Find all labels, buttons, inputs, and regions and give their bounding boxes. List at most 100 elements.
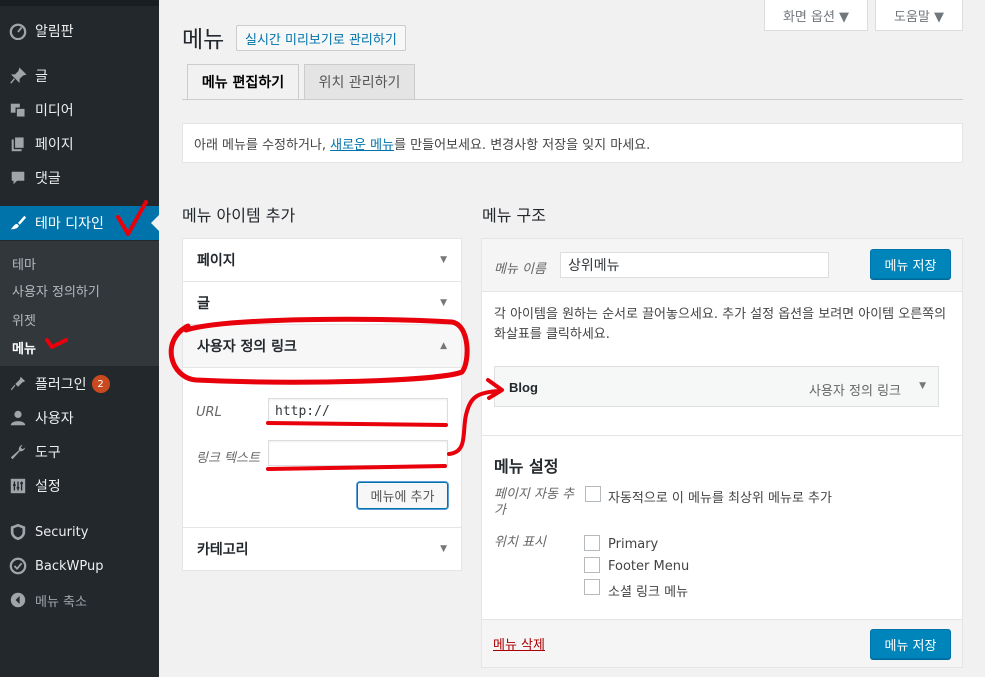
help-button[interactable]: 도움말 ▼ [875, 0, 963, 31]
appearance-submenu: 테마 사용자 정의하기 위젯 메뉴 [0, 241, 159, 366]
auto-add-checkbox[interactable] [585, 486, 601, 502]
display-location-label: 위치 표시 [494, 535, 546, 550]
collapse-menu-button[interactable]: 메뉴 축소 [0, 583, 159, 617]
add-menu-items-heading: 메뉴 아이템 추가 [182, 206, 296, 225]
submenu-item-widgets[interactable]: 위젯 [12, 310, 36, 329]
sidebar-item-plugins[interactable]: 플러그인 2 [0, 367, 159, 401]
menu-name-input[interactable]: 상위메뉴 [560, 252, 829, 278]
sidebar-item-label: 테마 디자인 [35, 216, 104, 232]
menu-header: 메뉴 이름 상위메뉴 메뉴 저장 [482, 239, 962, 292]
dashboard-icon [8, 21, 28, 41]
location-checkbox-primary[interactable] [584, 535, 600, 551]
sidebar-item-label: 댓글 [35, 171, 61, 187]
accordion-title: 카테고리 [197, 542, 249, 558]
sidebar-item-dashboard[interactable]: 알림판 [0, 14, 159, 48]
plugin-icon [8, 374, 28, 394]
accordion-section-categories[interactable]: 카테고리 ▼ [183, 527, 461, 570]
expand-arrow-icon: ▼ [440, 255, 447, 265]
sidebar-item-tools[interactable]: 도구 [0, 435, 159, 469]
url-label: URL [196, 405, 222, 420]
wrench-icon [8, 442, 28, 462]
location-label-primary: Primary [608, 537, 659, 552]
sidebar-item-security[interactable]: Security [0, 515, 159, 549]
update-count-badge: 2 [91, 375, 110, 393]
submenu-item-themes[interactable]: 테마 [12, 254, 36, 273]
auto-add-label: 페이지 자동 추가 [494, 487, 575, 518]
live-preview-button[interactable]: 실시간 미리보기로 관리하기 [236, 25, 406, 51]
link-text-label: 링크 텍스트 [196, 451, 260, 466]
location-label-social: 소셜 링크 메뉴 [608, 585, 689, 600]
accordion-section-posts[interactable]: 글 ▼ [183, 282, 461, 325]
expand-arrow-icon: ▼ [440, 544, 447, 554]
sidebar-item-label: 미디어 [35, 103, 74, 119]
sidebar-item-label: 글 [35, 69, 48, 85]
location-label-footer: Footer Menu [608, 559, 690, 574]
location-checkbox-footer[interactable] [584, 557, 600, 573]
current-menu-arrow [151, 215, 159, 231]
location-checkbox-social[interactable] [584, 579, 600, 595]
menu-name-label: 메뉴 이름 [494, 262, 546, 277]
delete-menu-link[interactable]: 메뉴 삭제 [493, 634, 545, 653]
tab-divider [182, 99, 963, 100]
collapse-arrow-icon: ▲ [440, 341, 447, 351]
accordion-title: 사용자 정의 링크 [197, 339, 297, 355]
sidebar-item-label: 페이지 [35, 137, 74, 153]
accordion-section-custom-links[interactable]: 사용자 정의 링크 ▲ [183, 325, 461, 368]
sidebar-item-label: 설정 [35, 479, 61, 495]
pin-icon [8, 66, 28, 86]
sidebar-item-media[interactable]: 미디어 [0, 93, 159, 127]
page-icon [8, 134, 28, 154]
auto-add-option-label: 자동적으로 이 메뉴를 최상위 메뉴로 추가 [608, 491, 832, 506]
notice-text-after: 를 만들어보세요. 변경사항 저장을 잊지 마세요. [394, 137, 651, 153]
submenu-item-menus[interactable]: 메뉴 [12, 338, 36, 357]
user-icon [8, 408, 28, 428]
page-title: 메뉴 [182, 27, 225, 53]
menu-item-type: 사용자 정의 링크 [809, 384, 901, 399]
sidebar-item-settings[interactable]: 설정 [0, 469, 159, 503]
comment-icon [8, 168, 28, 188]
drag-instructions: 각 아이템을 원하는 순서로 끌어놓으세요. 추가 설정 옵션을 보려면 아이템… [494, 307, 947, 342]
menu-footer: 메뉴 삭제 메뉴 저장 [482, 619, 962, 667]
save-menu-button-top[interactable]: 메뉴 저장 [870, 249, 951, 279]
menu-structure-panel: 메뉴 이름 상위메뉴 메뉴 저장 각 아이템을 원하는 순서로 끌어놓으세요. … [481, 238, 963, 668]
brush-icon [8, 213, 28, 233]
accordion-section-pages[interactable]: 페이지 ▼ [183, 239, 461, 282]
sidebar-item-pages[interactable]: 페이지 [0, 127, 159, 161]
collapse-icon [8, 590, 28, 610]
menu-item-toggle-icon[interactable]: ▼ [919, 381, 926, 391]
sidebar-top-strip [0, 0, 159, 6]
new-menu-link[interactable]: 새로운 메뉴 [330, 134, 394, 153]
info-notice: 아래 메뉴를 수정하거나, 새로운 메뉴 를 만들어보세요. 변경사항 저장을 잊… [182, 123, 963, 163]
menu-item-title: Blog [509, 380, 538, 395]
sidebar-item-label: 플러그인 [35, 377, 87, 393]
sidebar-item-users[interactable]: 사용자 [0, 401, 159, 435]
expand-arrow-icon: ▼ [440, 298, 447, 308]
save-menu-button-bottom[interactable]: 메뉴 저장 [870, 629, 951, 659]
tab-edit-menus[interactable]: 메뉴 편집하기 [187, 64, 299, 100]
sidebar-item-label: 도구 [35, 445, 61, 461]
menu-structure-heading: 메뉴 구조 [482, 206, 546, 225]
shield-icon [8, 522, 28, 542]
admin-sidebar: 알림판 글 미디어 페이지 댓글 테마 디자인 테마 사용자 정의하기 위젯 메… [0, 0, 159, 677]
link-text-input[interactable] [268, 440, 448, 466]
accordion-title: 글 [197, 296, 210, 312]
sidebar-item-label: 메뉴 축소 [35, 594, 87, 610]
sidebar-item-posts[interactable]: 글 [0, 59, 159, 93]
menu-settings-heading: 메뉴 설정 [494, 457, 559, 476]
menu-item-blog[interactable]: Blog 사용자 정의 링크 ▼ [494, 366, 939, 407]
sidebar-item-comments[interactable]: 댓글 [0, 161, 159, 195]
sidebar-item-label: Security [35, 524, 89, 540]
sidebar-item-backwpup[interactable]: BackWPup [0, 549, 159, 583]
sidebar-item-label: BackWPup [35, 558, 104, 574]
sidebar-item-appearance[interactable]: 테마 디자인 [0, 206, 159, 240]
media-icon [8, 100, 28, 120]
screen-options-button[interactable]: 화면 옵션 ▼ [764, 0, 868, 31]
tab-manage-locations[interactable]: 위치 관리하기 [304, 64, 415, 100]
sidebar-item-label: 사용자 [35, 411, 74, 427]
url-input[interactable] [268, 398, 448, 424]
sidebar-item-label: 알림판 [35, 24, 74, 40]
accordion-title: 페이지 [197, 253, 236, 269]
submenu-item-customize[interactable]: 사용자 정의하기 [12, 281, 100, 300]
backup-icon [8, 556, 28, 576]
add-to-menu-button[interactable]: 메뉴에 추가 [357, 482, 448, 509]
